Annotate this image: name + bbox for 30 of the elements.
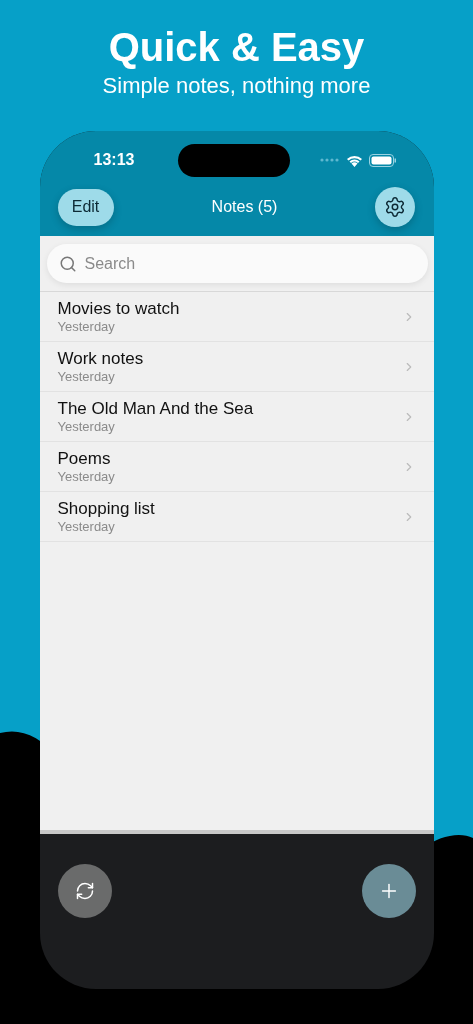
settings-icon [384, 196, 407, 218]
note-row[interactable]: Movies to watch Yesterday [39, 292, 434, 342]
note-date: Yesterday [57, 319, 116, 335]
sync-button[interactable] [57, 864, 112, 918]
signal-icon [320, 158, 341, 162]
promo-title: Quick & Easy [108, 24, 365, 70]
battery-icon [369, 153, 398, 167]
note-row[interactable]: Shopping list Yesterday [39, 492, 434, 542]
note-date: Yesterday [57, 469, 116, 485]
note-title: Work notes [57, 348, 145, 369]
note-title: Movies to watch [57, 298, 181, 319]
note-title: Poems [57, 448, 112, 469]
wifi-icon [346, 153, 364, 167]
note-row[interactable]: The Old Man And the Sea Yesterday [39, 392, 434, 442]
status-time: 13:13 [93, 151, 135, 169]
promo-subtitle: Simple notes, nothing more [102, 72, 371, 100]
note-title: The Old Man And the Sea [57, 398, 255, 419]
refresh-icon [74, 881, 95, 901]
add-button[interactable] [361, 864, 416, 918]
note-row[interactable]: Work notes Yesterday [39, 342, 434, 392]
edit-button[interactable]: Edit [57, 188, 114, 226]
note-date: Yesterday [57, 519, 116, 535]
settings-button[interactable] [375, 187, 416, 227]
note-row[interactable]: Poems Yesterday [39, 442, 434, 492]
search-field[interactable]: Search [46, 244, 428, 283]
nav-title: Notes (5) [211, 198, 278, 216]
note-title: Shopping list [57, 498, 156, 519]
note-date: Yesterday [57, 369, 116, 385]
note-date: Yesterday [57, 419, 116, 435]
search-icon [58, 255, 77, 273]
